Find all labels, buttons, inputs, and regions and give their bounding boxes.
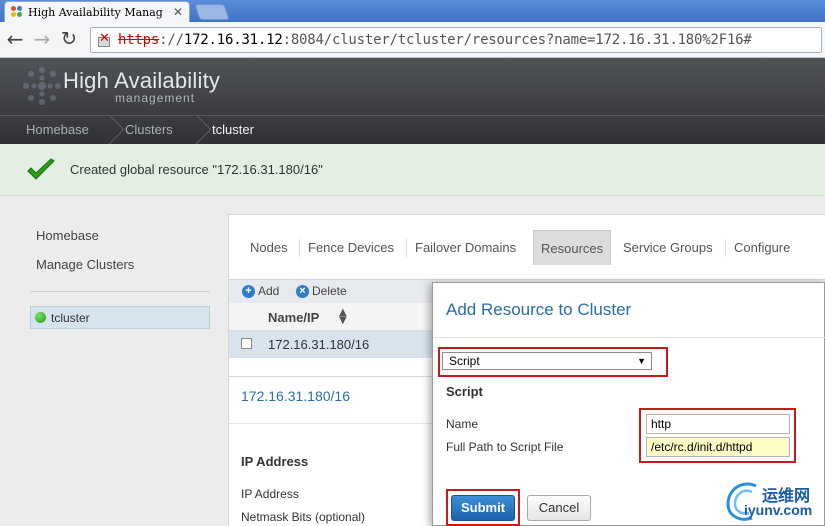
add-label: Add <box>258 284 280 298</box>
cancel-button[interactable]: Cancel <box>527 495 591 521</box>
breadcrumb-clusters[interactable]: Clusters <box>125 122 173 137</box>
dialog-header: Add Resource to Cluster <box>433 283 825 338</box>
url-protocol: https <box>118 32 160 48</box>
tab-nodes[interactable]: Nodes <box>243 230 295 265</box>
row-ip-value: 172.16.31.180/16 <box>268 337 370 352</box>
breadcrumb-tcluster: tcluster <box>212 122 254 137</box>
delete-label: Delete <box>312 284 347 298</box>
broken-lock-icon: ✕ <box>98 31 110 47</box>
add-icon: + <box>242 284 255 298</box>
favicon-icon <box>11 6 23 18</box>
tab-resources[interactable]: Resources <box>533 230 612 265</box>
address-bar[interactable]: ✕ https://172.16.31.12:8084/cluster/tclu… <box>90 27 822 53</box>
logo-icon <box>23 67 61 105</box>
forward-arrow-icon[interactable]: → <box>31 29 53 51</box>
sort-icon[interactable]: ▲ ▼ <box>339 308 347 326</box>
sidebar-item-manage-clusters[interactable]: Manage Clusters <box>36 257 134 272</box>
watermark-en: iyunv.com <box>744 502 813 518</box>
tab-fence-devices[interactable]: Fence Devices <box>301 230 401 265</box>
add-button[interactable]: + Add <box>242 284 279 298</box>
url-host: 172.16.31.12 <box>183 32 283 48</box>
close-icon[interactable]: ✕ <box>173 5 183 19</box>
new-tab-button[interactable] <box>194 4 230 20</box>
resource-type-value: Script <box>449 354 480 368</box>
browser-tab-title: High Availability Manag <box>28 5 163 19</box>
resource-type-select[interactable]: Script ▼ <box>442 352 652 370</box>
detail-field-ip-address: IP Address <box>241 487 299 501</box>
detail-field-netmask: Netmask Bits (optional) <box>241 510 366 524</box>
sidebar-item-homebase[interactable]: Homebase <box>36 228 99 243</box>
browser-toolbar: ← → ↻ ✕ https://172.16.31.12:8084/cluste… <box>0 22 825 58</box>
cluster-label: tcluster <box>51 310 90 325</box>
tab-separator <box>299 239 300 257</box>
name-field[interactable]: http <box>646 414 790 434</box>
browser-tabbar: High Availability Manag ✕ <box>0 0 825 22</box>
name-label: Name <box>446 417 479 431</box>
tab-configure[interactable]: Configure <box>727 230 797 265</box>
watermark: 运维网 iyunv.com <box>722 478 822 524</box>
browser-tab[interactable]: High Availability Manag ✕ <box>4 1 190 22</box>
back-arrow-icon[interactable]: ← <box>4 29 26 51</box>
app-header: High Availability management <box>0 58 825 115</box>
tab-service-groups[interactable]: Service Groups <box>616 230 720 265</box>
tab-separator <box>406 239 407 257</box>
reload-icon[interactable]: ↻ <box>58 29 80 51</box>
url-text: https://172.16.31.12:8084/cluster/tclust… <box>118 32 752 48</box>
tab-separator <box>725 239 726 257</box>
breadcrumb-separator <box>193 116 207 145</box>
url-separator: :// <box>159 32 184 48</box>
notification-text: Created global resource "172.16.31.180/1… <box>70 162 323 177</box>
sidebar-item-tcluster[interactable]: tcluster <box>30 306 210 329</box>
detail-heading: IP Address <box>241 454 309 469</box>
checkmark-icon <box>27 158 55 180</box>
status-online-icon <box>35 312 46 323</box>
submit-button[interactable]: Submit <box>451 495 515 521</box>
column-header-name-ip[interactable]: Name/IP <box>268 310 319 325</box>
dialog-section-title: Script <box>446 384 483 399</box>
detail-title: 172.16.31.180/16 <box>241 388 350 404</box>
dialog-title: Add Resource to Cluster <box>446 300 632 319</box>
breadcrumb-homebase[interactable]: Homebase <box>26 122 89 137</box>
delete-icon: × <box>296 284 309 298</box>
success-notification: Created global resource "172.16.31.180/1… <box>0 144 825 196</box>
delete-button[interactable]: × Delete <box>296 284 347 298</box>
row-checkbox[interactable] <box>241 338 252 349</box>
script-path-field[interactable]: /etc/rc.d/init.d/httpd <box>646 437 790 457</box>
chevron-down-icon: ▼ <box>637 356 646 366</box>
breadcrumb: Homebase Clusters tcluster <box>0 115 825 144</box>
url-path: :8084/cluster/tcluster/resources?name=17… <box>282 32 752 48</box>
tab-failover-domains[interactable]: Failover Domains <box>408 230 523 265</box>
script-path-label: Full Path to Script File <box>446 440 564 454</box>
sidebar-divider <box>30 291 210 292</box>
app-subtitle: management <box>115 91 196 105</box>
breadcrumb-separator <box>106 116 120 145</box>
